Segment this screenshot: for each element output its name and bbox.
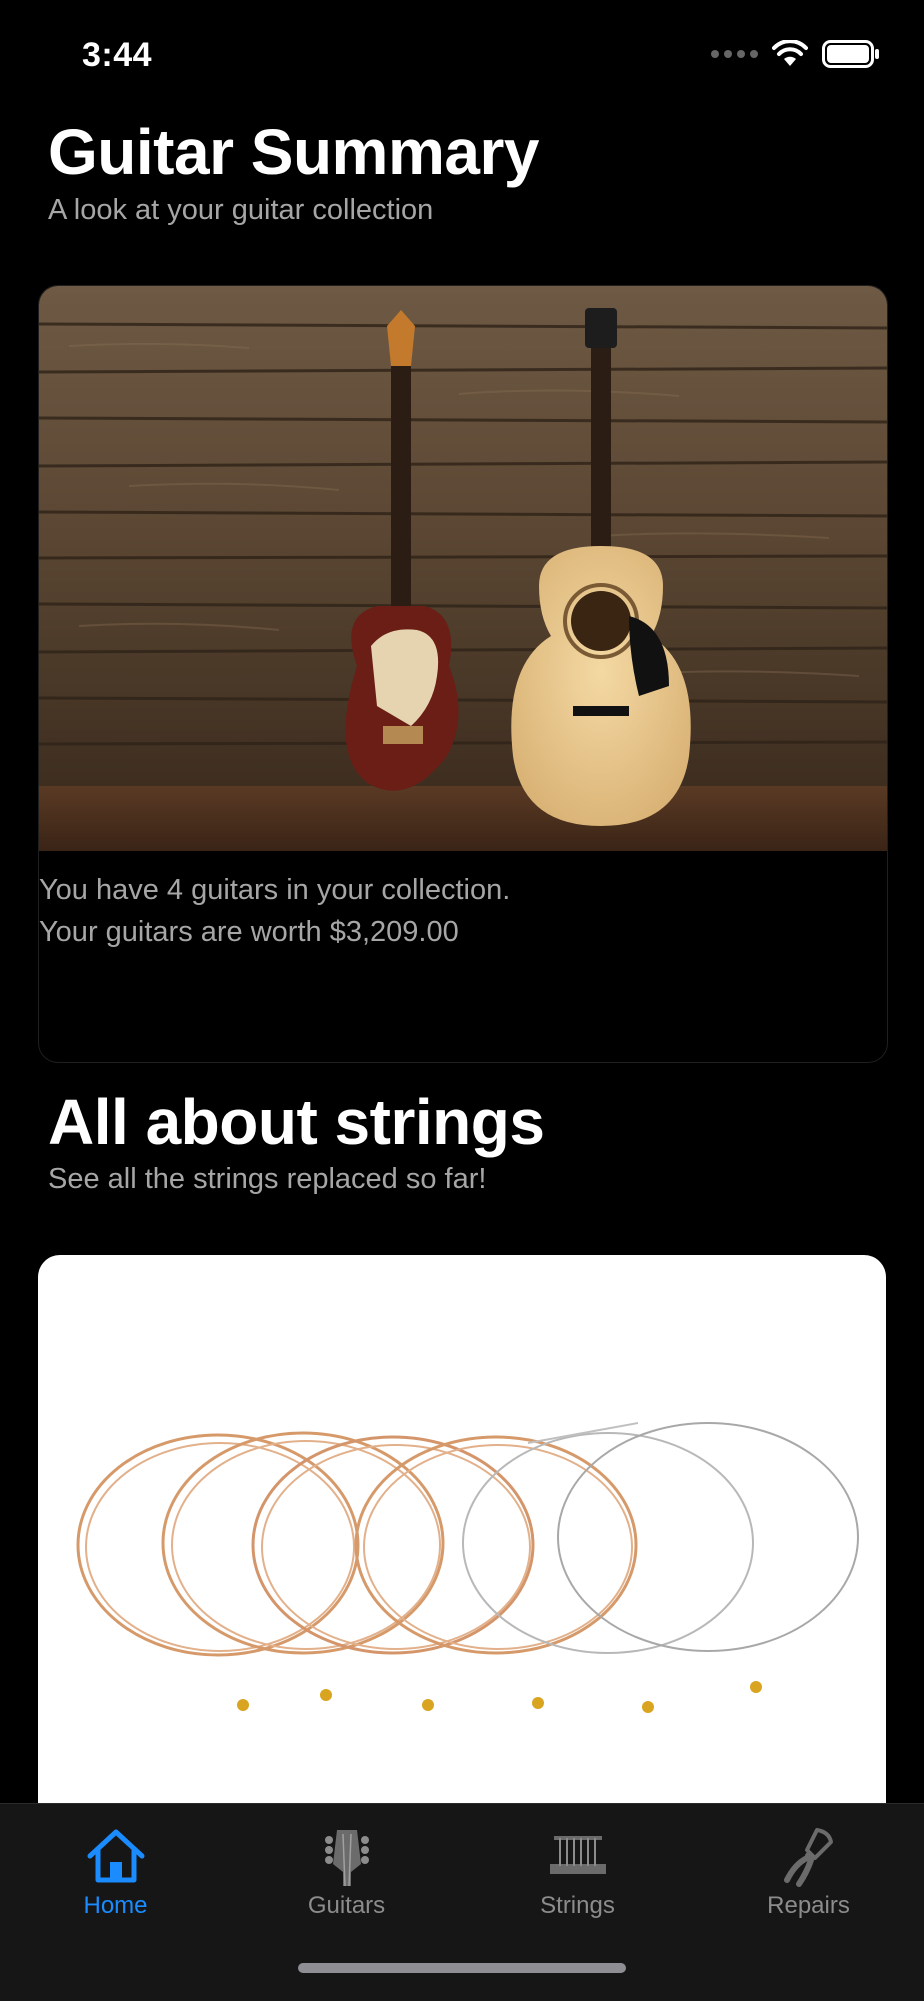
- status-icons: [711, 40, 880, 68]
- page-title: Guitar Summary: [48, 116, 539, 188]
- guitar-summary-card[interactable]: You have 4 guitars in your collection. Y…: [38, 285, 888, 1063]
- tab-repairs-label: Repairs: [767, 1892, 850, 1919]
- cellular-signal-icon: [711, 50, 758, 58]
- tab-home[interactable]: Home: [0, 1814, 231, 1934]
- battery-icon: [822, 40, 879, 68]
- strings-section-title: All about strings: [48, 1086, 545, 1158]
- house-icon: [87, 1829, 144, 1883]
- strings-section-subtitle: See all the strings replaced so far!: [48, 1163, 487, 1195]
- tab-repairs[interactable]: Repairs: [693, 1814, 924, 1934]
- status-time: 3:44: [82, 36, 153, 74]
- guitars-photo: [39, 286, 887, 851]
- tab-home-label: Home: [83, 1892, 148, 1919]
- tab-strings-label: Strings: [540, 1892, 615, 1919]
- guitar-summary-text: You have 4 guitars in your collection. Y…: [39, 869, 510, 953]
- guitar-worth-text: Your guitars are worth $3,209.00: [39, 916, 459, 948]
- wifi-icon: [772, 40, 808, 66]
- status-bar: 3:44: [0, 0, 924, 110]
- page-subtitle: A look at your guitar collection: [48, 194, 434, 226]
- tab-strings[interactable]: Strings: [462, 1814, 693, 1934]
- pliers-icon: [783, 1828, 833, 1887]
- home-indicator[interactable]: [298, 1963, 626, 1973]
- guitar-headstock-icon: [324, 1830, 369, 1887]
- tab-guitars[interactable]: Guitars: [231, 1814, 462, 1934]
- guitar-count-text: You have 4 guitars in your collection.: [39, 874, 511, 906]
- tab-guitars-label: Guitars: [307, 1892, 386, 1919]
- strings-icon: [549, 1836, 606, 1874]
- strings-card[interactable]: [38, 1255, 886, 1815]
- strings-photo: [76, 1422, 859, 1713]
